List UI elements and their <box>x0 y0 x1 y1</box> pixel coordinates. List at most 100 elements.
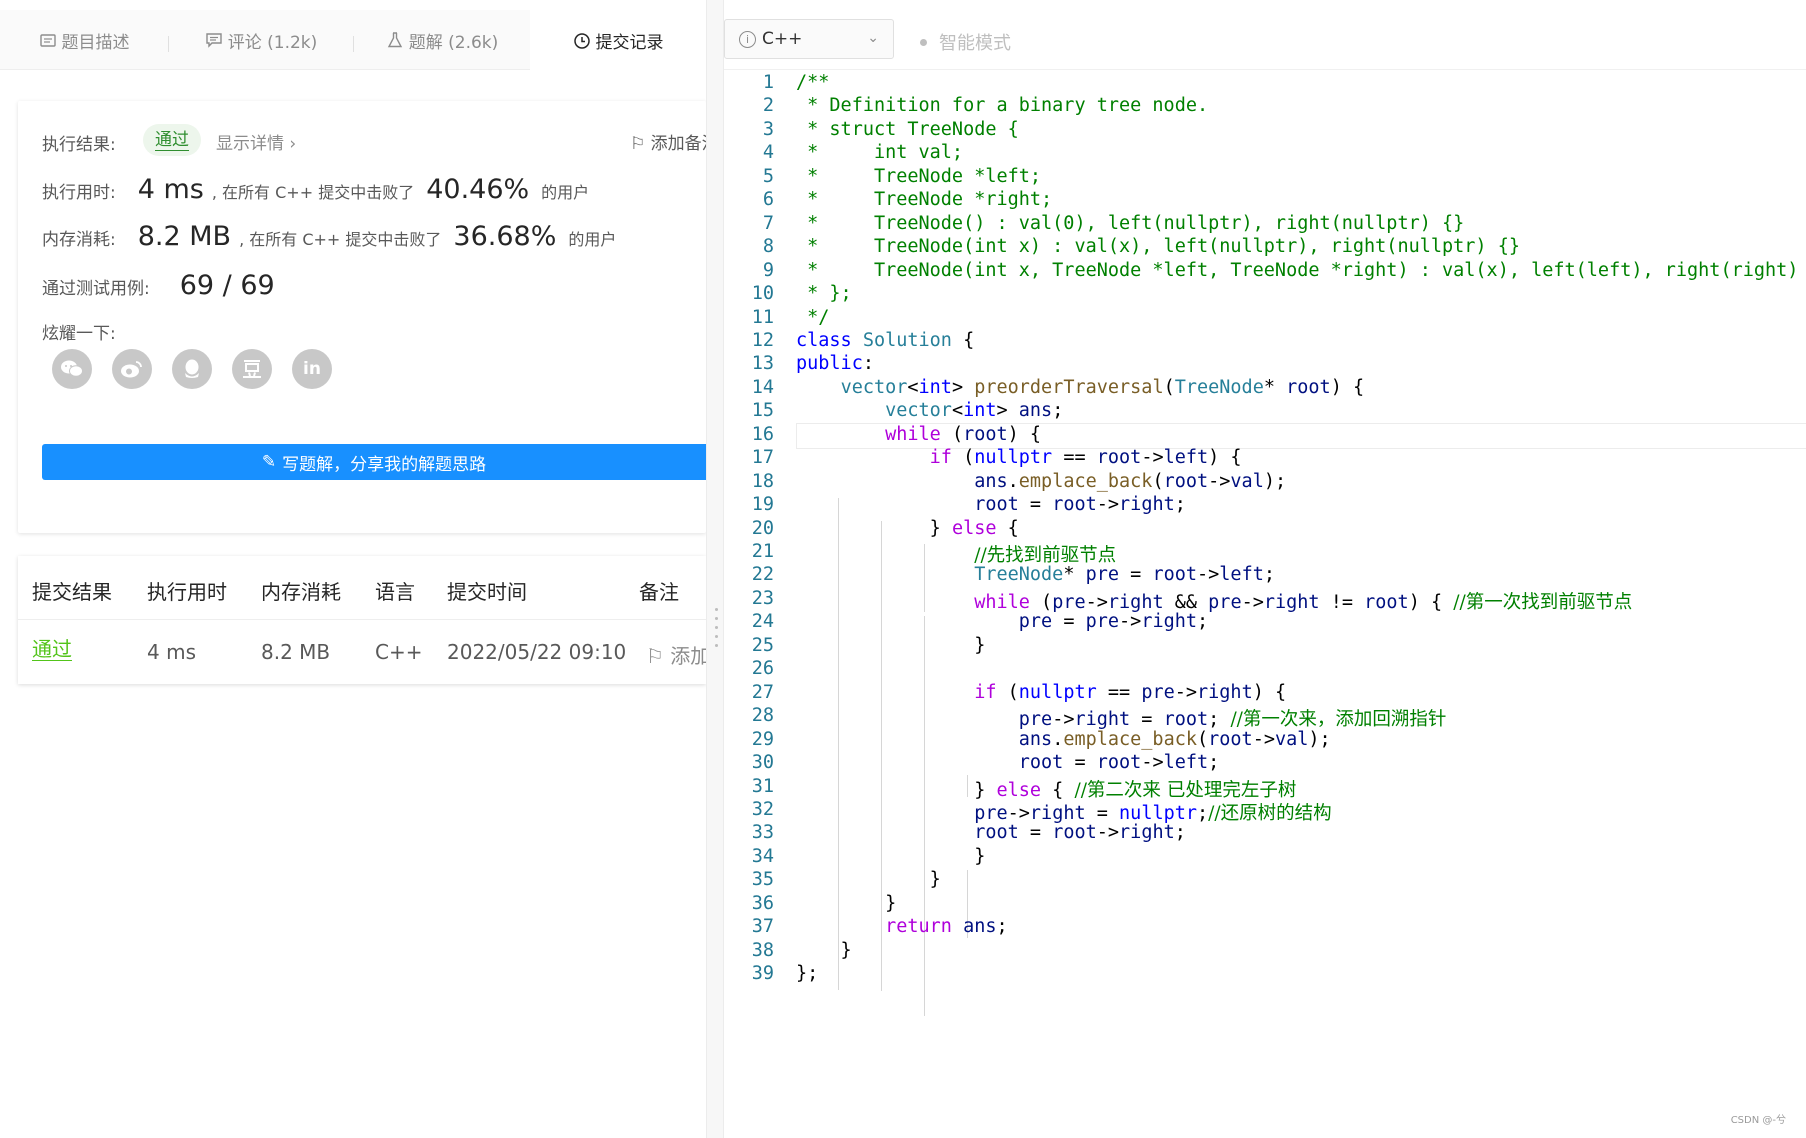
row-result[interactable]: 通过 <box>32 638 72 661</box>
code-line: * struct TreeNode { <box>796 118 1019 140</box>
tab-submissions[interactable]: 提交记录 <box>530 10 706 71</box>
tests-label: 通过测试用例: <box>42 279 150 299</box>
code-line: * TreeNode *left; <box>796 165 1042 187</box>
code-line: */ <box>796 306 830 328</box>
qq-icon[interactable] <box>172 349 212 389</box>
col-language: 语言 <box>375 580 415 604</box>
line-number: 37 <box>751 916 774 938</box>
write-solution-button[interactable]: ✎ 写题解，分享我的解题思路 <box>42 444 706 480</box>
line-number: 28 <box>751 705 774 727</box>
line-number: 27 <box>751 681 774 703</box>
chevron-down-icon: ⌄ <box>867 30 879 46</box>
tab-description-label: 题目描述 <box>61 32 130 53</box>
code-line: pre->right = root; //第一次来，添加回溯指针 <box>1018 709 1447 731</box>
memory-label: 内存消耗: <box>42 230 116 250</box>
code-line: //先找到前驱节点 <box>974 545 1117 566</box>
wechat-icon[interactable] <box>52 349 92 389</box>
code-line: } <box>796 892 897 914</box>
line-number: 32 <box>751 798 774 820</box>
col-note: 备注 <box>639 580 679 604</box>
flag-icon: ⚐ <box>646 644 671 668</box>
line-number: 6 <box>762 189 774 211</box>
tab-solutions[interactable]: 题解 (2.6k) <box>354 10 530 70</box>
line-number: 4 <box>762 142 774 164</box>
line-number: 24 <box>751 611 774 633</box>
status-row: 执行结果: <box>42 130 116 155</box>
line-number: 8 <box>762 236 774 258</box>
runtime-text: , 在所有 C++ 提交中击败了 <box>211 183 415 202</box>
row-add-note[interactable]: ⚐ 添加备注 <box>646 640 706 669</box>
code-line: } <box>796 869 941 891</box>
row-language: C++ <box>375 640 423 664</box>
info-icon: i <box>739 30 756 48</box>
code-line: } <box>796 634 986 656</box>
result-card: 执行结果: 通过 显示详情 › ⚐ 添加备注 执行用时: 4 ms , 在所有 … <box>18 101 706 533</box>
code-line: ans.emplace_back(root->val); <box>1018 728 1331 750</box>
status-label: 执行结果: <box>42 135 116 155</box>
tab-submissions-label: 提交记录 <box>595 33 664 53</box>
language-select[interactable]: i C++ ⌄ <box>724 19 894 59</box>
add-note-button[interactable]: ⚐ 添加备注 <box>630 129 706 154</box>
flag-icon: ⚐ <box>630 134 651 154</box>
flask-icon <box>387 32 402 48</box>
tab-description[interactable]: 题目描述 <box>0 10 168 70</box>
weibo-icon[interactable] <box>112 349 152 389</box>
code-line: * TreeNode(int x) : val(x), left(nullptr… <box>796 236 1520 258</box>
runtime-row: 执行用时: 4 ms , 在所有 C++ 提交中击败了 40.46% 的用户 <box>42 174 589 205</box>
code-line: while (root) { <box>885 423 1042 445</box>
show-detail-link[interactable]: 显示详情 › <box>216 129 296 154</box>
tab-solutions-label: 题解 (2.6k) <box>408 32 499 53</box>
line-number: 26 <box>751 658 774 680</box>
line-number: 39 <box>751 963 774 985</box>
line-number: 9 <box>762 259 774 281</box>
line-number: 2 <box>762 95 774 117</box>
linkedin-icon[interactable]: in <box>292 349 332 389</box>
line-number: 23 <box>751 587 774 609</box>
panel-divider[interactable] <box>706 0 724 1138</box>
memory-value: 8.2 MB <box>137 221 232 252</box>
smart-mode-toggle[interactable]: 智能模式 <box>920 29 1011 55</box>
line-number: 3 <box>762 118 774 140</box>
code-line: vector<int> preorderTraversal(TreeNode* … <box>840 376 1365 398</box>
drag-handle-icon[interactable] <box>715 608 719 647</box>
line-number: 17 <box>751 447 774 469</box>
line-number: 34 <box>751 845 774 867</box>
col-result: 提交结果 <box>32 580 112 604</box>
code-line: } else { <box>796 517 1019 539</box>
submission-table: 提交结果 执行用时 内存消耗 语言 提交时间 备注 通过 4 ms 8.2 MB… <box>18 556 706 684</box>
code-line: /** <box>796 72 830 93</box>
memory-users: 的用户 <box>568 230 617 249</box>
line-number: 5 <box>762 165 774 187</box>
tests-value: 69 / 69 <box>179 270 275 301</box>
code-line: root = root->left; <box>1018 752 1220 774</box>
code-line: root = root->right; <box>974 822 1186 844</box>
line-number: 19 <box>751 494 774 516</box>
code-line: }; <box>796 963 819 985</box>
table-header: 提交结果 执行用时 内存消耗 语言 提交时间 备注 <box>18 556 706 620</box>
line-number: 12 <box>751 329 774 351</box>
douban-icon[interactable] <box>232 349 272 389</box>
col-runtime: 执行用时 <box>147 580 227 604</box>
code-line: } <box>796 845 986 867</box>
line-number: 30 <box>751 752 774 774</box>
clock-icon <box>573 32 590 49</box>
code-line: root = root->right; <box>974 494 1186 516</box>
code-editor[interactable]: 1 /** 2 * Definition for a binary tree nod… <box>724 70 1806 1138</box>
line-number: 20 <box>751 517 774 539</box>
comment-icon <box>206 33 222 48</box>
code-line: } else { //第二次来 已处理完左子树 <box>796 779 1297 801</box>
code-line: * TreeNode(int x, TreeNode *left, TreeNo… <box>796 259 1806 281</box>
code-line: pre = pre->right; <box>1018 611 1209 633</box>
line-number: 11 <box>751 306 774 328</box>
code-line: pre->right = nullptr;//还原树的结构 <box>974 802 1332 824</box>
code-line: while (pre->right && pre->right != root)… <box>974 591 1633 613</box>
memory-row: 内存消耗: 8.2 MB , 在所有 C++ 提交中击败了 36.68% 的用户 <box>42 221 616 252</box>
tab-comments-label: 评论 (1.2k) <box>227 32 318 53</box>
line-number: 31 <box>751 775 774 797</box>
tab-comments[interactable]: 评论 (1.2k) <box>169 10 353 70</box>
runtime-users: 的用户 <box>541 183 590 202</box>
code-line: * int val; <box>796 142 964 164</box>
description-icon <box>39 34 56 47</box>
memory-percentile: 36.68% <box>453 221 557 252</box>
line-number: 14 <box>751 376 774 398</box>
